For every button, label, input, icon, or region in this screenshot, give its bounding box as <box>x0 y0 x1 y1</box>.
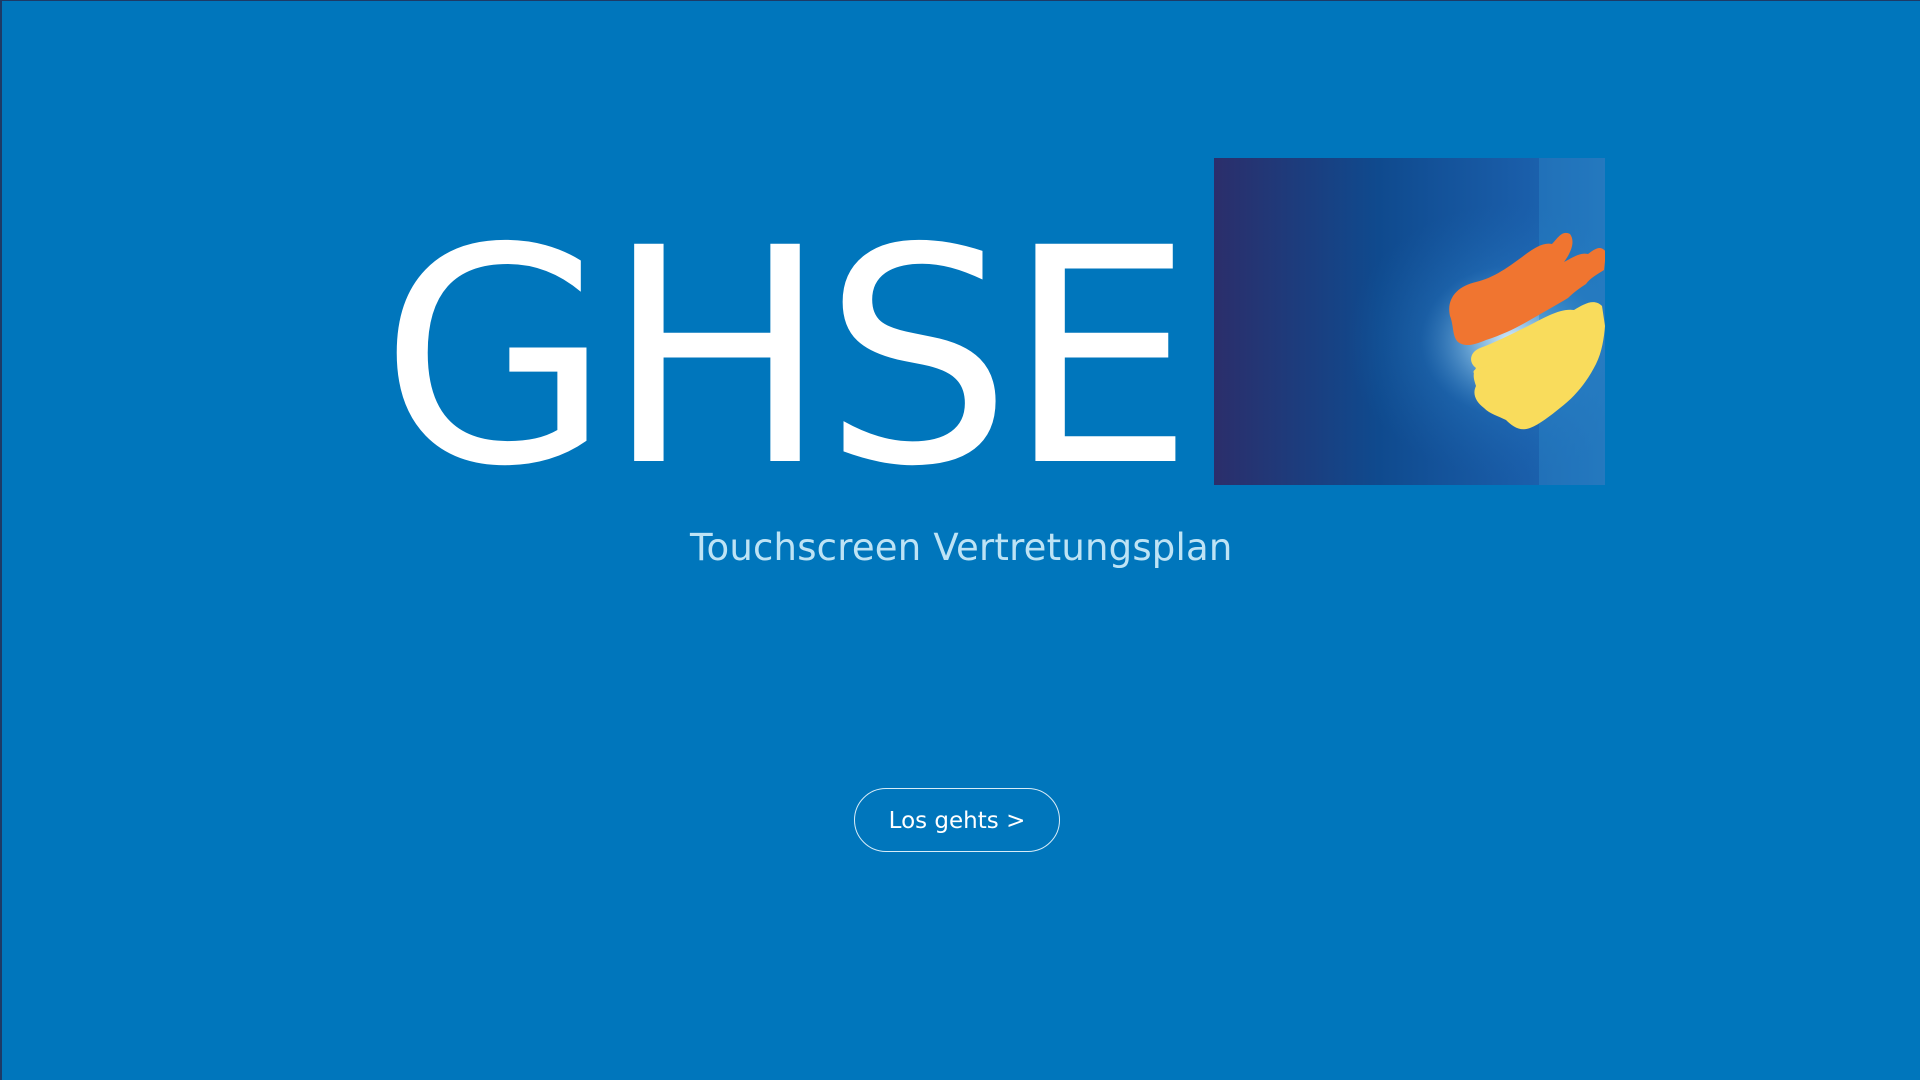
school-logo <box>1214 158 1605 485</box>
brand-title: GHSE <box>380 185 1194 532</box>
start-screen: GHSE Touchscreen Vertretungsplan Los geh… <box>0 0 1920 1080</box>
brush-strokes-logo-icon <box>1214 158 1605 485</box>
start-button[interactable]: Los gehts > <box>854 788 1060 852</box>
subtitle: Touchscreen Vertretungsplan <box>690 526 1233 569</box>
